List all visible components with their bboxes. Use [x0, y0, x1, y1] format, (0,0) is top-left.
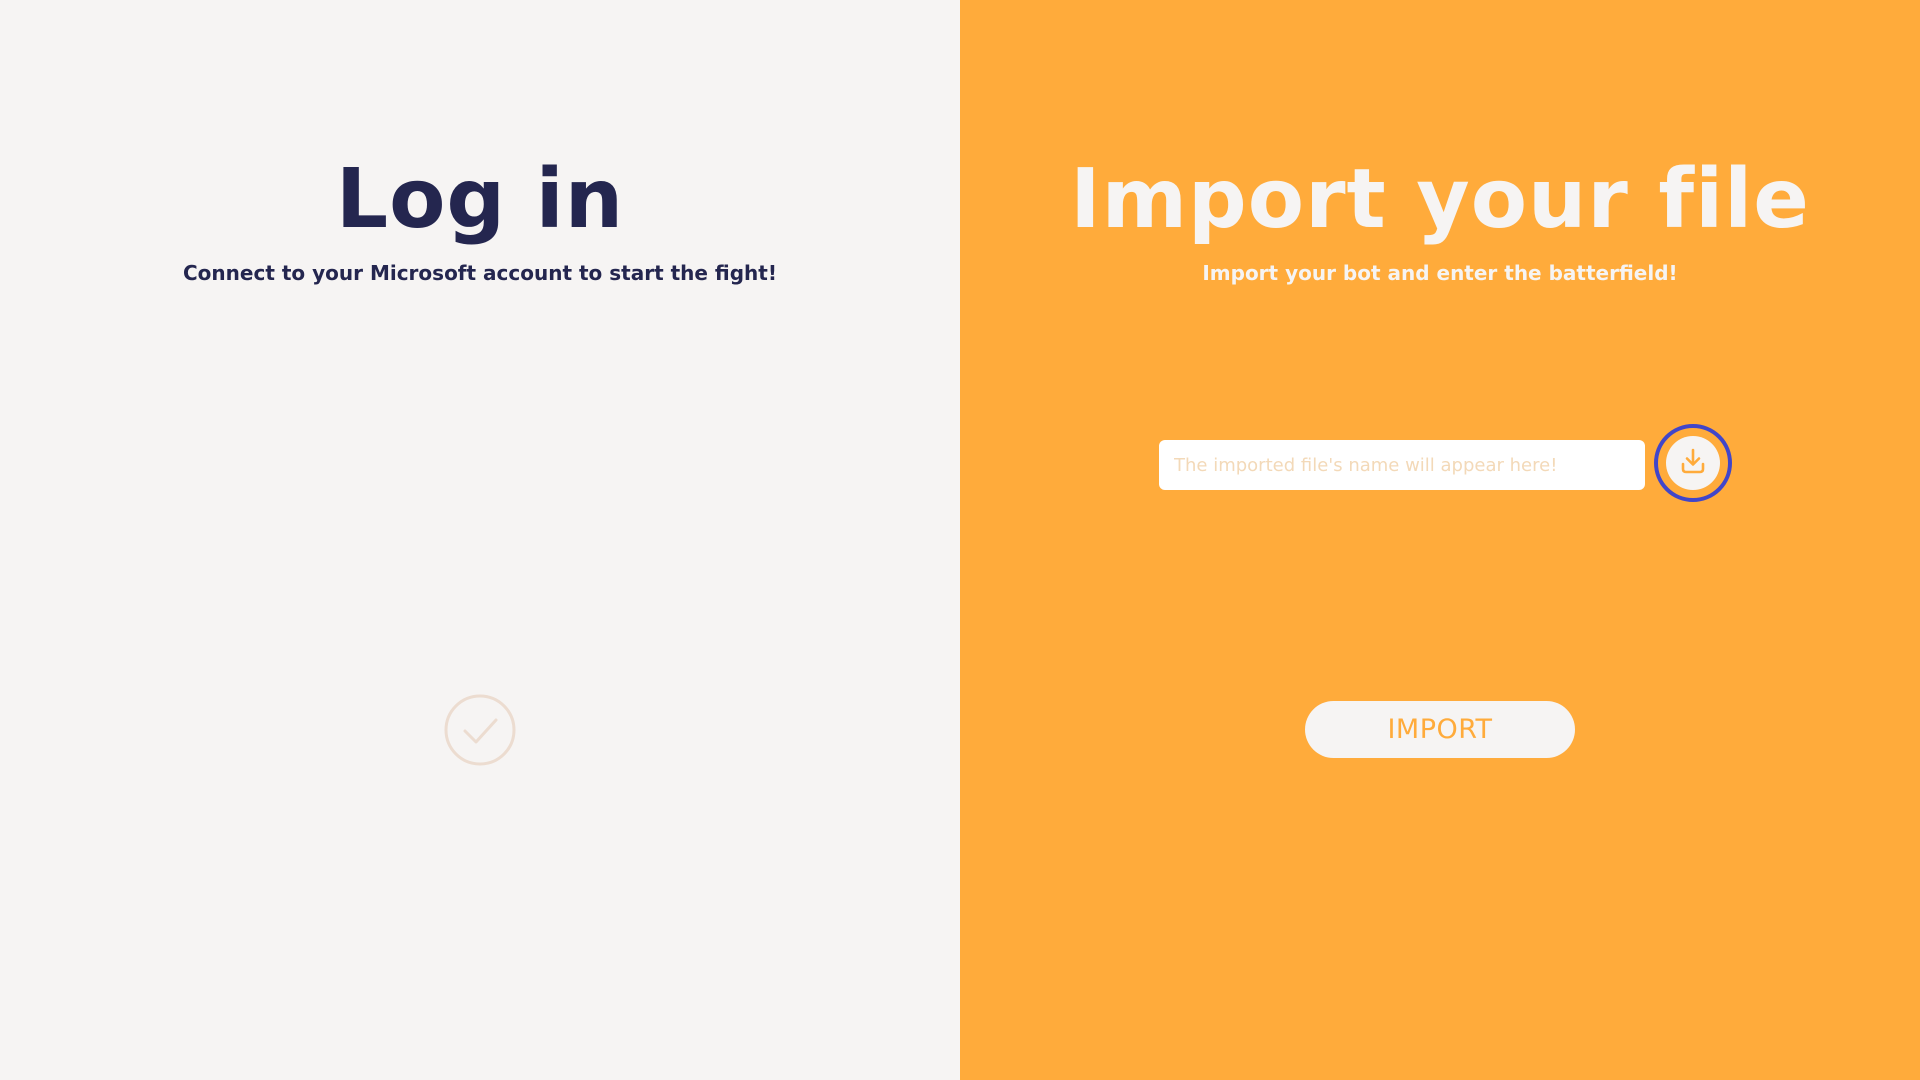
login-panel: Log in Connect to your Microsoft account…: [0, 0, 960, 1080]
login-subtitle: Connect to your Microsoft account to sta…: [183, 261, 777, 285]
login-title: Log in: [335, 152, 625, 247]
browse-file-button[interactable]: [1654, 424, 1732, 502]
import-panel: Import your file Import your bot and ent…: [960, 0, 1920, 1080]
page: Log in Connect to your Microsoft account…: [0, 0, 1920, 1080]
file-name-input[interactable]: [1159, 440, 1645, 490]
import-button[interactable]: IMPORT: [1305, 701, 1575, 758]
import-title: Import your file: [1070, 152, 1810, 247]
import-subtitle: Import your bot and enter the batterfiel…: [1202, 261, 1678, 285]
download-icon: [1678, 446, 1708, 480]
check-circle-icon: [444, 694, 516, 766]
browse-button-face[interactable]: [1666, 436, 1720, 490]
